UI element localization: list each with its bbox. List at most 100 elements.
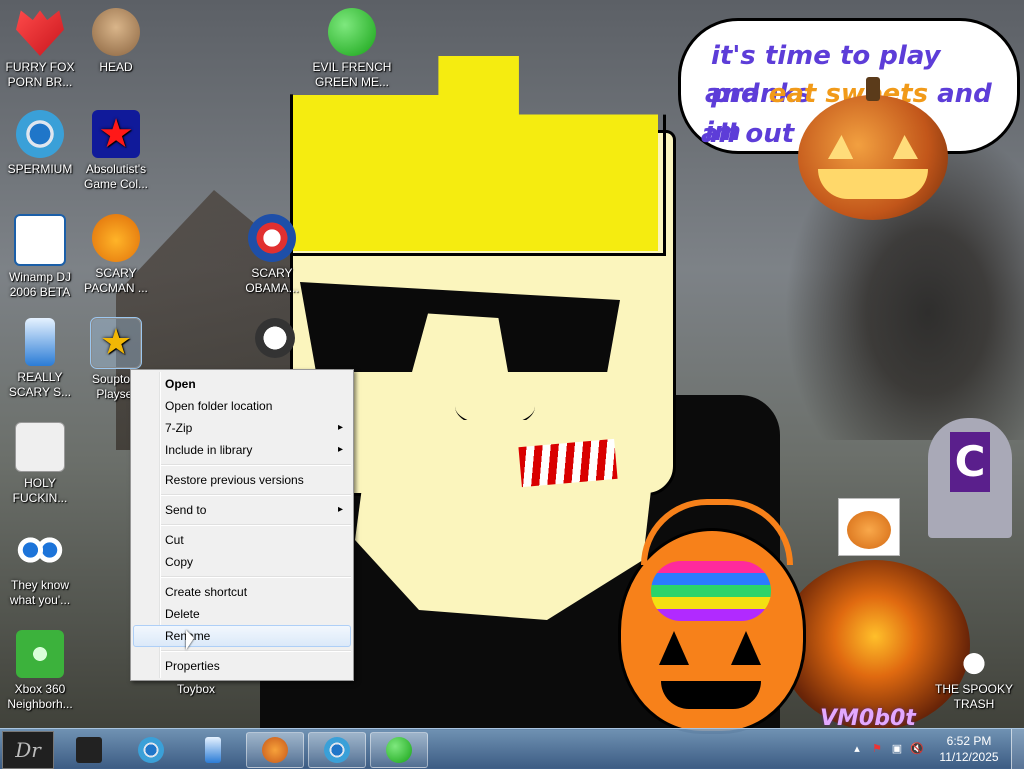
head-icon [92, 8, 140, 56]
desktop-icon-label: SCARY PACMAN ... [84, 266, 148, 295]
taskbar-item-chrome[interactable] [122, 732, 180, 768]
desktop-icon-really-scary[interactable]: REALLY SCARY S... [0, 318, 80, 400]
desktop-icon-skull[interactable] [250, 318, 300, 362]
desktop-icon-they-know[interactable]: They know what you'... [0, 526, 80, 608]
desktop-icon-scary-pacman[interactable]: SCARY PACMAN ... [76, 214, 156, 296]
menu-item-7zip[interactable]: 7-Zip [131, 417, 353, 439]
desktop-icon-winamp[interactable]: Winamp DJ 2006 BETA [0, 214, 80, 300]
bucket-mouth [661, 681, 761, 709]
desktop-icon-label: FURRY FOX PORN BR... [5, 60, 75, 89]
gravestone-icon: C [928, 418, 1012, 538]
desktop-icon-label: SCARY OBAMA... [245, 266, 299, 295]
menu-separator [161, 524, 351, 526]
menu-item-include-in-library[interactable]: Include in library [131, 439, 353, 461]
pumpkin-icon [798, 77, 948, 220]
desktop-icon-head[interactable]: HEAD [76, 8, 156, 75]
menu-item-cut[interactable]: Cut [131, 529, 353, 551]
xbox-icon [16, 630, 64, 678]
exe-icon [90, 317, 142, 369]
chrome-icon [138, 737, 164, 763]
usb-icon [25, 318, 55, 366]
menu-item-copy[interactable]: Copy [131, 551, 353, 573]
desktop-icon-spooky-trash[interactable]: THE SPOOKY TRASH [934, 630, 1014, 712]
taskbar-item-msn[interactable] [370, 732, 428, 768]
desktop-icon-spermium[interactable]: SPERMIUM [0, 110, 80, 177]
menu-item-properties[interactable]: Properties [131, 655, 353, 677]
menu-item-delete[interactable]: Delete [131, 603, 353, 625]
bucket-eye-right [731, 631, 761, 665]
desktop-icon-scary-obama[interactable]: SCARY OBAMA... [232, 214, 312, 296]
bucket-candy [651, 561, 771, 621]
candy-bucket-icon [618, 499, 806, 734]
pumpkin-eyes [828, 135, 918, 159]
spider-icon [15, 422, 65, 472]
start-button[interactable]: Dr [2, 731, 54, 769]
desktop-icon-label: EVIL FRENCH GREEN ME... [312, 60, 392, 89]
msn-icon [328, 8, 376, 56]
volume-muted-icon[interactable]: 🔇 [910, 742, 924, 756]
skull-icon [255, 318, 295, 358]
system-tray: ▴ ⚑ ▣ 🔇 6:52 PM 11/12/2025 [834, 729, 1024, 769]
menu-item-open[interactable]: Open [131, 373, 353, 395]
msn-icon [386, 737, 412, 763]
taskbar-item-chrome-2[interactable] [308, 732, 366, 768]
menu-item-rename[interactable]: Rename [133, 625, 351, 647]
taskbar-item-usb[interactable] [184, 732, 242, 768]
show-desktop-button[interactable] [1011, 729, 1024, 769]
desktop-icon-label: HEAD [99, 60, 133, 74]
pumpkin-pacman-icon [92, 214, 140, 262]
star-icon [92, 110, 140, 158]
flag-alert-icon[interactable]: ⚑ [870, 742, 884, 756]
pumpkin-stem [866, 77, 880, 101]
desktop-icon-evil-french[interactable]: EVIL FRENCH GREEN ME... [310, 8, 394, 90]
gravestone-letter: C [950, 432, 990, 492]
mouse-cursor-icon [186, 630, 194, 650]
bucket-eye-left [659, 631, 689, 665]
wallpaper-candy-stick [518, 438, 618, 488]
clock-date: 11/12/2025 [939, 750, 999, 764]
clock[interactable]: 6:52 PM 11/12/2025 [934, 733, 1004, 765]
bubble-line-2a: and [705, 79, 769, 109]
desktop-icon-label: THE SPOOKY TRASH [934, 682, 1014, 711]
network-icon[interactable]: ▣ [890, 742, 904, 756]
menu-separator [161, 494, 351, 496]
folder-icon [76, 737, 102, 763]
desktop-icon-label: They know what you'... [9, 578, 71, 607]
pumpkin-icon [262, 737, 288, 763]
context-menu: Open Open folder location 7-Zip Include … [130, 369, 354, 681]
desktop-icon-label: Toybox [176, 682, 216, 696]
desktop-icon-label: Winamp DJ 2006 BETA [8, 270, 71, 299]
desktop-icon-label: Xbox 360 Neighborh... [7, 682, 73, 711]
desktop-icon-furry-fox[interactable]: FURRY FOX PORN BR... [0, 8, 80, 90]
clock-time: 6:52 PM [946, 734, 992, 748]
taskbar-item-explorer[interactable] [60, 732, 118, 768]
small-pumpkin-image [838, 498, 900, 556]
desktop-icon-label: REALLY SCARY S... [8, 370, 72, 399]
taskbar: Dr ▴ ⚑ ▣ 🔇 6:52 PM 11/12/2025 [0, 728, 1024, 769]
usb-icon [205, 737, 221, 763]
chrome-icon [324, 737, 350, 763]
desktop-icon-label: Absolutist's Game Col... [83, 162, 149, 191]
winamp-icon [14, 214, 66, 266]
menu-separator [161, 650, 351, 652]
eyes-icon [16, 526, 64, 574]
furry-fox-icon [16, 10, 64, 56]
chrome-icon [16, 110, 64, 158]
desktop-icon-toybox[interactable]: Toybox [156, 682, 236, 697]
menu-separator [161, 576, 351, 578]
menu-item-restore-previous-versions[interactable]: Restore previous versions [131, 469, 353, 491]
taskbar-item-pumpkin[interactable] [246, 732, 304, 768]
menu-item-send-to[interactable]: Send to [131, 499, 353, 521]
menu-item-create-shortcut[interactable]: Create shortcut [131, 581, 353, 603]
pumpkin-mouth [818, 169, 928, 199]
menu-item-open-folder-location[interactable]: Open folder location [131, 395, 353, 417]
obama-logo-icon [248, 214, 296, 262]
desktop-icon-label: HOLY FUCKIN... [12, 476, 68, 505]
desktop-icon-xbox[interactable]: Xbox 360 Neighborh... [0, 630, 80, 712]
chevron-up-icon[interactable]: ▴ [850, 742, 864, 756]
desktop-icon-absolutist[interactable]: Absolutist's Game Col... [76, 110, 156, 192]
trash-icon [950, 630, 998, 678]
desktop-icon-holy[interactable]: HOLY FUCKIN... [0, 422, 80, 506]
menu-separator [161, 464, 351, 466]
desktop-icon-label: SPERMIUM [7, 162, 73, 176]
